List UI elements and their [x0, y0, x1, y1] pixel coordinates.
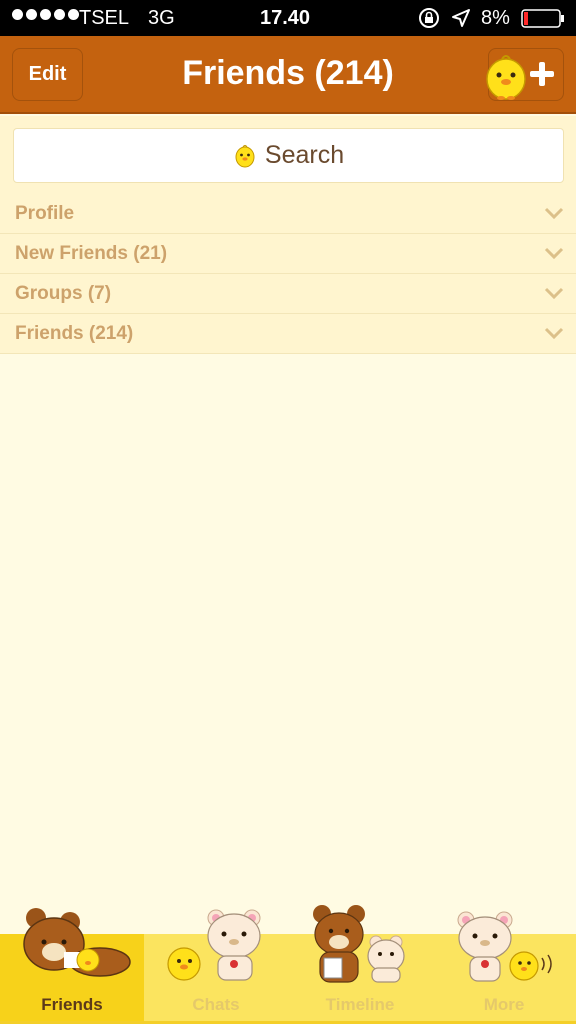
tab-more[interactable]: More: [432, 911, 576, 1022]
page-title: Friends (214): [182, 54, 394, 92]
chick-icon: [235, 144, 255, 167]
plus-icon: [530, 62, 554, 86]
section-list: Profile New Friends (21) Groups (7) Frie…: [0, 194, 576, 354]
search-placeholder: Search: [264, 141, 345, 169]
tab-label: Friends: [41, 995, 103, 1014]
section-friends[interactable]: Friends (214): [0, 314, 576, 354]
network-type: 3G: [148, 7, 175, 29]
chevron-down-icon: [544, 247, 564, 260]
tab-label: Chats: [192, 995, 240, 1014]
section-label: Profile: [15, 203, 75, 224]
rotation-lock-icon: [419, 8, 439, 28]
korilakkuma-chick-icon: [457, 911, 552, 982]
section-label: New Friends (21): [15, 243, 168, 264]
battery-icon: [521, 9, 564, 28]
korilakkuma-chick-icon: [167, 909, 261, 981]
tab-timeline[interactable]: Timeline: [288, 905, 432, 1022]
location-arrow-icon: [452, 9, 470, 27]
edit-button[interactable]: Edit: [12, 48, 83, 101]
carrier-name: TSEL: [79, 7, 130, 29]
section-groups[interactable]: Groups (7): [0, 274, 576, 314]
section-label: Groups (7): [15, 283, 112, 304]
bear-lying-icon: [23, 908, 131, 977]
clock: 17.40: [260, 7, 311, 29]
tab-label: Timeline: [325, 995, 395, 1014]
add-friend-button[interactable]: [486, 48, 564, 101]
bears-hugging-icon: [313, 905, 405, 983]
section-new-friends[interactable]: New Friends (21): [0, 234, 576, 274]
chevron-down-icon: [544, 287, 564, 300]
section-label: Friends (214): [15, 323, 134, 344]
section-profile[interactable]: Profile: [0, 194, 576, 234]
chick-icon: [486, 55, 526, 100]
search-input[interactable]: Search: [13, 128, 564, 183]
tab-friends[interactable]: Friends: [0, 908, 144, 1022]
status-bar: TSEL 3G 17.40 8%: [0, 0, 576, 36]
chevron-down-icon: [544, 327, 564, 340]
search-area: Search: [0, 116, 576, 196]
battery-percent: 8%: [481, 7, 510, 29]
tab-label: More: [483, 995, 525, 1014]
nav-bar: Edit Friends (214): [0, 36, 576, 114]
tab-chats[interactable]: Chats: [144, 909, 288, 1022]
chevron-down-icon: [544, 207, 564, 220]
signal-strength-icon: [12, 9, 79, 20]
tab-bar: Friends Chats Timeline More: [0, 905, 576, 1024]
